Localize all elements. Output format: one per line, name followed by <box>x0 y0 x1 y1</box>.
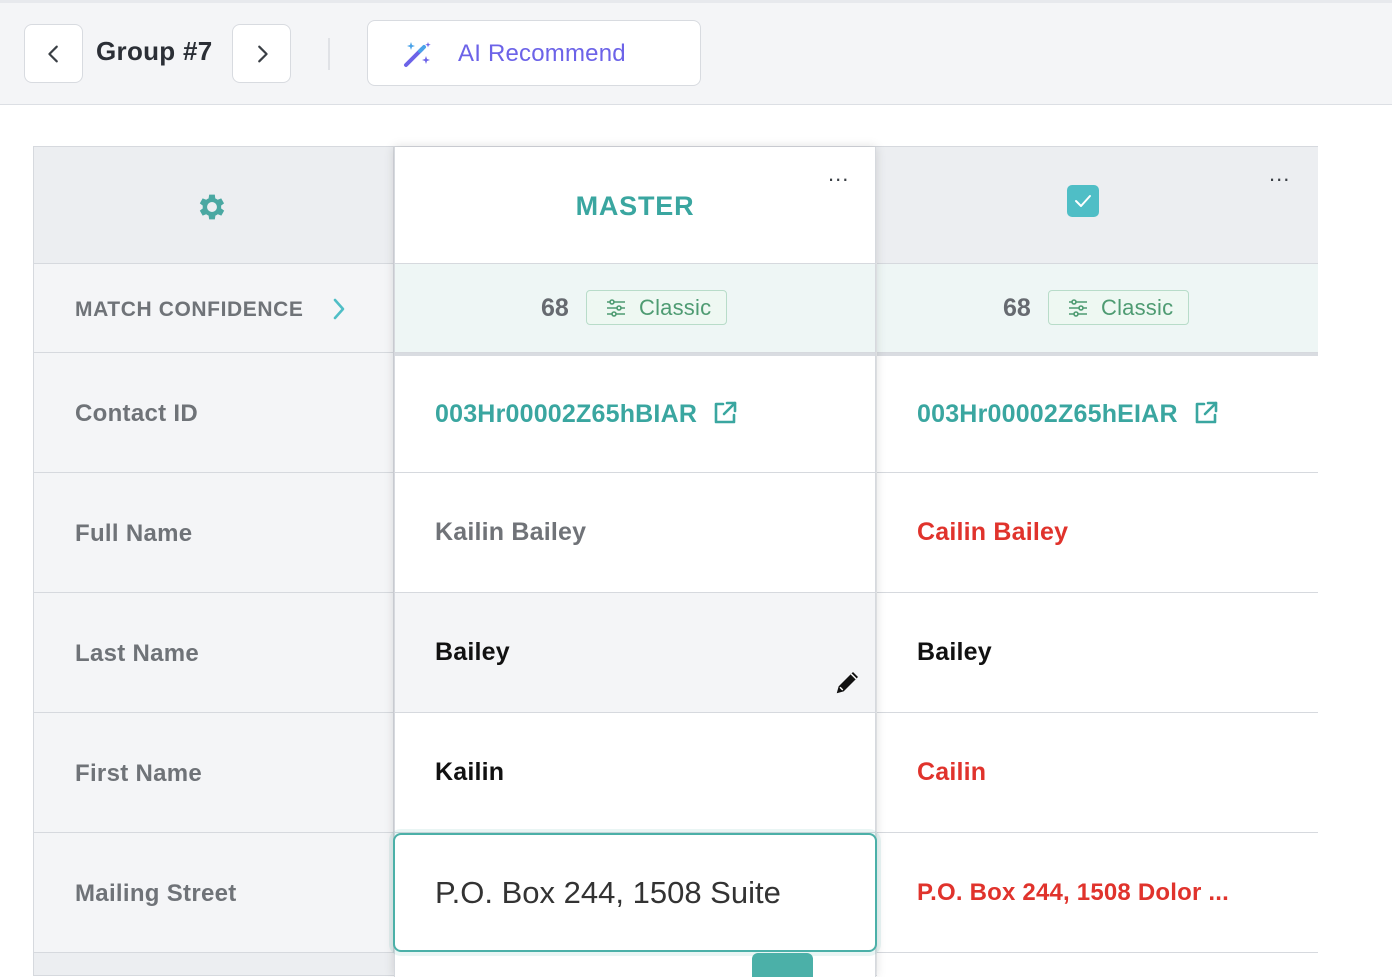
full-name-label-cell: Full Name <box>34 473 394 593</box>
record-contact-id-link[interactable]: 003Hr00002Z65hEIAR <box>917 400 1219 429</box>
master-column: MASTER ... 68 Classic 003Hr00002Z65hBIAR… <box>393 147 877 977</box>
previous-group-button[interactable] <box>24 24 83 83</box>
record-mailing-street-cell: P.O. Box 244, 1508 Dolor ... <box>877 833 1318 953</box>
last-name-label-cell: Last Name <box>34 593 394 713</box>
ai-recommend-label: AI Recommend <box>458 40 626 67</box>
first-name-label: First Name <box>75 760 203 787</box>
record-classic-badge[interactable]: Classic <box>1048 290 1189 325</box>
last-name-label: Last Name <box>75 640 200 667</box>
record-full-name-cell: Cailin Bailey <box>877 473 1318 593</box>
full-name-label: Full Name <box>75 520 193 547</box>
first-name-label-cell: First Name <box>34 713 394 833</box>
mailing-street-label-cell: Mailing Street <box>34 833 394 953</box>
comparison-grid: MATCH CONFIDENCE Contact ID Full Name La… <box>33 146 1318 977</box>
chevron-left-icon <box>47 45 58 62</box>
record-full-name-value: Cailin Bailey <box>917 518 1069 546</box>
editor-confirm-tab[interactable] <box>752 953 813 977</box>
contact-id-label-cell: Contact ID <box>34 353 394 473</box>
master-first-name-value: Kailin <box>435 758 505 786</box>
master-contact-id-value: 003Hr00002Z65hBIAR <box>435 400 698 428</box>
record-classic-label: Classic <box>1101 294 1174 320</box>
master-last-name-value: Bailey <box>435 638 510 666</box>
record-mailing-street-value: P.O. Box 244, 1508 Dolor ... <box>917 879 1229 906</box>
settings-header-cell <box>34 147 394 264</box>
record-menu-button[interactable]: ... <box>1269 163 1290 185</box>
mailing-street-input[interactable] <box>435 873 855 913</box>
master-first-name-cell[interactable]: Kailin <box>395 713 875 833</box>
match-confidence-label-cell[interactable]: MATCH CONFIDENCE <box>34 264 394 353</box>
external-link-icon <box>1195 401 1218 424</box>
master-contact-id-cell: 003Hr00002Z65hBIAR <box>395 353 875 473</box>
master-header-cell: MASTER ... <box>395 147 875 264</box>
next-group-button[interactable] <box>232 24 291 83</box>
master-full-name-cell[interactable]: Kailin Bailey <box>395 473 875 593</box>
checkmark-icon <box>1075 195 1091 207</box>
record-select-checkbox[interactable] <box>1067 185 1099 217</box>
master-last-name-cell[interactable]: Bailey <box>395 593 875 713</box>
record-contact-id-cell: 003Hr00002Z65hEIAR <box>877 353 1318 473</box>
match-confidence-label: MATCH CONFIDENCE <box>75 298 304 321</box>
record-header-cell: ... <box>877 147 1318 264</box>
sliders-icon <box>607 298 625 317</box>
pencil-icon[interactable] <box>833 667 863 697</box>
ai-recommend-button[interactable]: AI Recommend <box>367 20 701 86</box>
record-contact-id-value: 003Hr00002Z65hEIAR <box>917 400 1178 428</box>
record-first-name-cell: Cailin <box>877 713 1318 833</box>
external-link-icon <box>714 401 737 424</box>
sliders-icon <box>1069 298 1087 317</box>
master-mailing-street-editor <box>393 833 877 952</box>
master-classic-badge[interactable]: Classic <box>586 290 727 325</box>
record-first-name-value: Cailin <box>917 758 987 786</box>
gear-icon[interactable] <box>195 190 229 224</box>
record-score: 68 <box>1003 294 1031 322</box>
record-column: ... 68 Classic 003Hr00002Z65hEIAR Cailin… <box>877 147 1318 977</box>
master-menu-button[interactable]: ... <box>828 163 849 185</box>
toolbar: Group #7 AI Recommend <box>0 0 1392 105</box>
record-last-name-cell: Bailey <box>877 593 1318 713</box>
toolbar-divider <box>328 38 330 70</box>
magic-wand-icon <box>404 42 431 67</box>
master-classic-label: Classic <box>639 294 712 320</box>
master-full-name-value: Kailin Bailey <box>435 518 587 546</box>
group-title: Group #7 <box>96 36 213 66</box>
master-score: 68 <box>541 294 569 322</box>
master-contact-id-link[interactable]: 003Hr00002Z65hBIAR <box>435 400 738 429</box>
record-last-name-value: Bailey <box>917 638 992 666</box>
master-title: MASTER <box>575 191 695 221</box>
chevron-right-icon <box>333 298 345 320</box>
contact-id-label: Contact ID <box>75 400 198 427</box>
mailing-street-label: Mailing Street <box>75 880 237 907</box>
chevron-right-icon <box>257 45 268 62</box>
